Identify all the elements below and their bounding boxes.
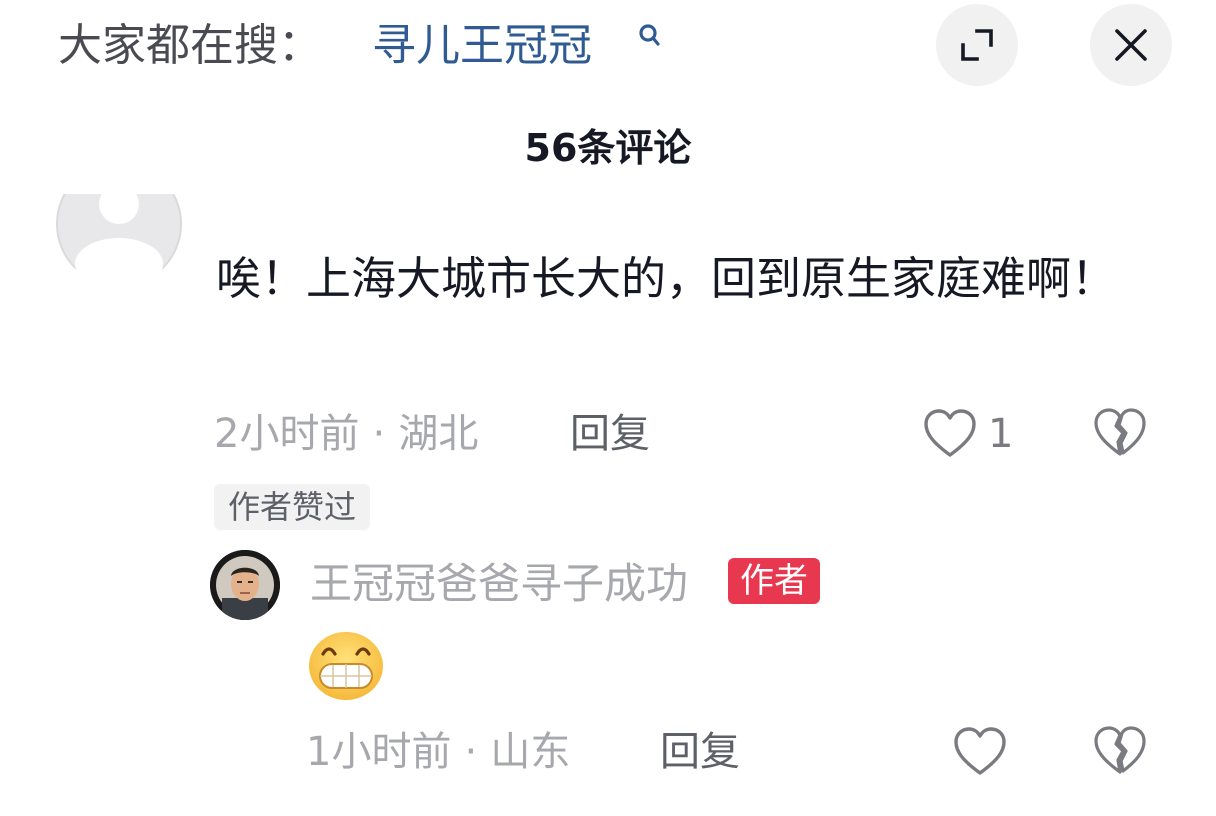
broken-heart-icon[interactable] [1092, 724, 1148, 778]
author-liked-tag: 作者赞过 [214, 484, 371, 530]
expand-button[interactable] [936, 4, 1018, 86]
search-suggestion-prefix: 大家都在搜： [58, 20, 322, 71]
heart-icon[interactable] [922, 408, 978, 460]
expand-icon [957, 25, 997, 65]
reply-button[interactable]: 回复 [660, 726, 740, 778]
author-badge: 作者 [728, 558, 820, 604]
reply-meta: 1小时前 · 山东 [306, 726, 570, 778]
avatar[interactable] [210, 550, 280, 620]
comment-text: 唉！上海大城市长大的，回到原生家庭难啊！ [216, 252, 1117, 305]
avatar[interactable] [56, 194, 182, 286]
search-icon[interactable] [636, 22, 664, 50]
search-suggestion-link[interactable]: 寻儿王冠冠 [372, 14, 592, 78]
heart-icon[interactable] [952, 726, 1008, 778]
like-count: 1 [988, 411, 1014, 457]
meta-separator: · [464, 729, 478, 775]
broken-heart-icon[interactable] [1092, 406, 1148, 460]
comment-time: 2小时前 [214, 411, 360, 457]
comment-location: 湖北 [398, 411, 479, 457]
close-icon [1113, 27, 1149, 63]
reply-location: 山东 [490, 729, 571, 775]
reply-time: 1小时前 [306, 729, 452, 775]
close-button[interactable] [1090, 4, 1172, 86]
comments-count-title: 56条评论 [524, 126, 692, 170]
reply-username[interactable]: 王冠冠爸爸寻子成功 [310, 558, 688, 610]
comment-meta: 2小时前 · 湖北 [214, 408, 478, 460]
grinning-face-emoji [306, 630, 386, 702]
meta-separator: · [372, 411, 386, 457]
reply-button[interactable]: 回复 [570, 408, 650, 460]
